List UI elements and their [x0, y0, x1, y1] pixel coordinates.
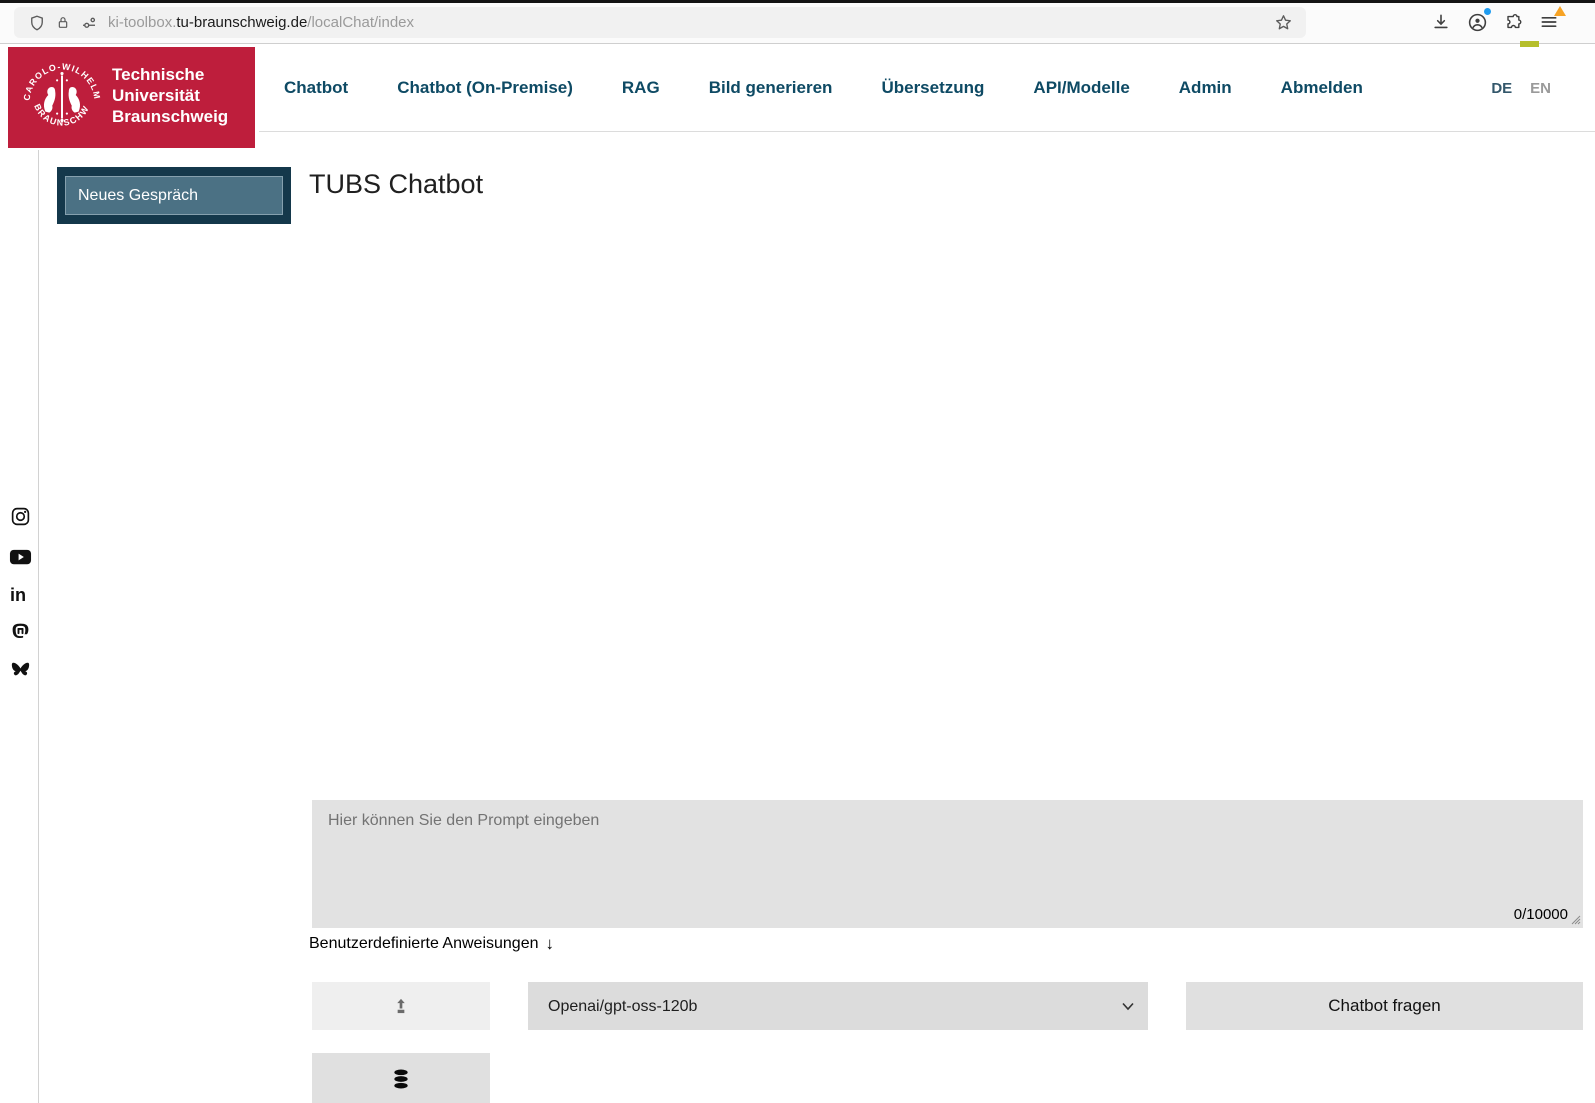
nav-item-api-modelle[interactable]: API/Modelle: [1033, 78, 1129, 98]
window-top-edge: [0, 0, 1595, 3]
menu-alert-badge: [1554, 6, 1566, 16]
browser-window: ki-toolbox.tu-braunschweig.de/localChat/…: [0, 0, 1595, 1103]
university-seal-icon: CAROLO-WILHELMINA BRAUNSCHWEIG: [18, 53, 102, 128]
url-domain: tu-braunschweig.de: [176, 14, 308, 31]
upload-icon: [397, 998, 405, 1014]
lang-en[interactable]: EN: [1530, 80, 1551, 97]
mastodon-icon[interactable]: [8, 619, 32, 643]
browser-toolbar: ki-toolbox.tu-braunschweig.de/localChat/…: [0, 0, 1595, 44]
url-prefix: ki-toolbox.: [108, 14, 177, 31]
shield-icon[interactable]: [24, 10, 50, 36]
new-conversation-button[interactable]: Neues Gespräch: [57, 167, 291, 224]
tu-braunschweig-logo[interactable]: CAROLO-WILHELMINA BRAUNSCHWEIG Technisch…: [8, 47, 255, 148]
nav-item-rag[interactable]: RAG: [622, 78, 660, 98]
lang-de[interactable]: DE: [1491, 80, 1512, 97]
account-icon[interactable]: [1464, 7, 1492, 35]
logo-line-2: Universität: [112, 86, 200, 105]
char-counter: 0/10000: [1513, 906, 1568, 923]
bluesky-icon[interactable]: [8, 657, 32, 681]
download-icon[interactable]: [1428, 9, 1454, 35]
logo-line-3: Braunschweig: [112, 107, 229, 126]
url-text: ki-toolbox.tu-braunschweig.de/localChat/…: [108, 14, 414, 31]
page-title: TUBS Chatbot: [309, 169, 484, 199]
model-select-wrap: Openai/gpt-oss-120b: [528, 982, 1148, 1030]
arrow-down-icon: ↓: [545, 934, 555, 953]
nav-item-chatbot[interactable]: Chatbot: [284, 78, 348, 98]
account-notification-dot: [1483, 7, 1492, 16]
database-button[interactable]: [312, 1053, 490, 1103]
url-bar[interactable]: ki-toolbox.tu-braunschweig.de/localChat/…: [14, 7, 1306, 38]
accent-green-bar: [1520, 41, 1539, 47]
instagram-icon[interactable]: [8, 504, 32, 528]
custom-instructions-label: Benutzerdefinierte Anweisungen: [309, 935, 539, 952]
resize-handle-icon[interactable]: [1569, 913, 1581, 925]
svg-text:in: in: [10, 585, 26, 605]
nav-item-abmelden[interactable]: Abmelden: [1281, 78, 1363, 98]
model-select[interactable]: Openai/gpt-oss-120b: [528, 982, 1148, 1030]
main-nav: Chatbot Chatbot (On-Premise) RAG Bild ge…: [284, 64, 1363, 112]
nav-item-chatbot-on-premise[interactable]: Chatbot (On-Premise): [397, 78, 573, 98]
social-links: in: [8, 504, 32, 681]
language-switcher: DE EN: [1491, 80, 1551, 97]
logo-line-1: Technische: [112, 65, 205, 84]
custom-instructions-toggle[interactable]: Benutzerdefinierte Anweisungen ↓: [309, 934, 554, 954]
bookmark-star-icon[interactable]: [1270, 10, 1296, 36]
header-divider: [259, 131, 1595, 132]
new-conversation-label: Neues Gespräch: [65, 176, 283, 215]
sidebar-divider: [38, 150, 39, 1103]
logo-wordmark: Technische Universität Braunschweig: [112, 64, 228, 127]
lock-icon[interactable]: [50, 10, 76, 36]
nav-item-admin[interactable]: Admin: [1179, 78, 1232, 98]
prompt-input[interactable]: [312, 800, 1583, 928]
permissions-icon[interactable]: [76, 10, 102, 36]
ask-chatbot-button[interactable]: Chatbot fragen: [1186, 982, 1583, 1030]
database-icon: [394, 1069, 408, 1089]
extensions-puzzle-icon[interactable]: [1500, 9, 1526, 35]
nav-item-bild-generieren[interactable]: Bild generieren: [709, 78, 833, 98]
nav-item-uebersetzung[interactable]: Übersetzung: [881, 78, 984, 98]
youtube-icon[interactable]: [8, 545, 32, 569]
prompt-area: 0/10000: [312, 800, 1583, 928]
svg-text:CAROLO-WILHELMINA: CAROLO-WILHELMINA: [18, 53, 102, 101]
menu-hamburger-icon[interactable]: [1536, 6, 1566, 35]
url-path: /localChat/index: [307, 14, 415, 31]
linkedin-icon[interactable]: in: [8, 582, 32, 606]
upload-button[interactable]: [312, 982, 490, 1030]
seal-top-text: CAROLO-WILHELMINA: [18, 53, 101, 101]
